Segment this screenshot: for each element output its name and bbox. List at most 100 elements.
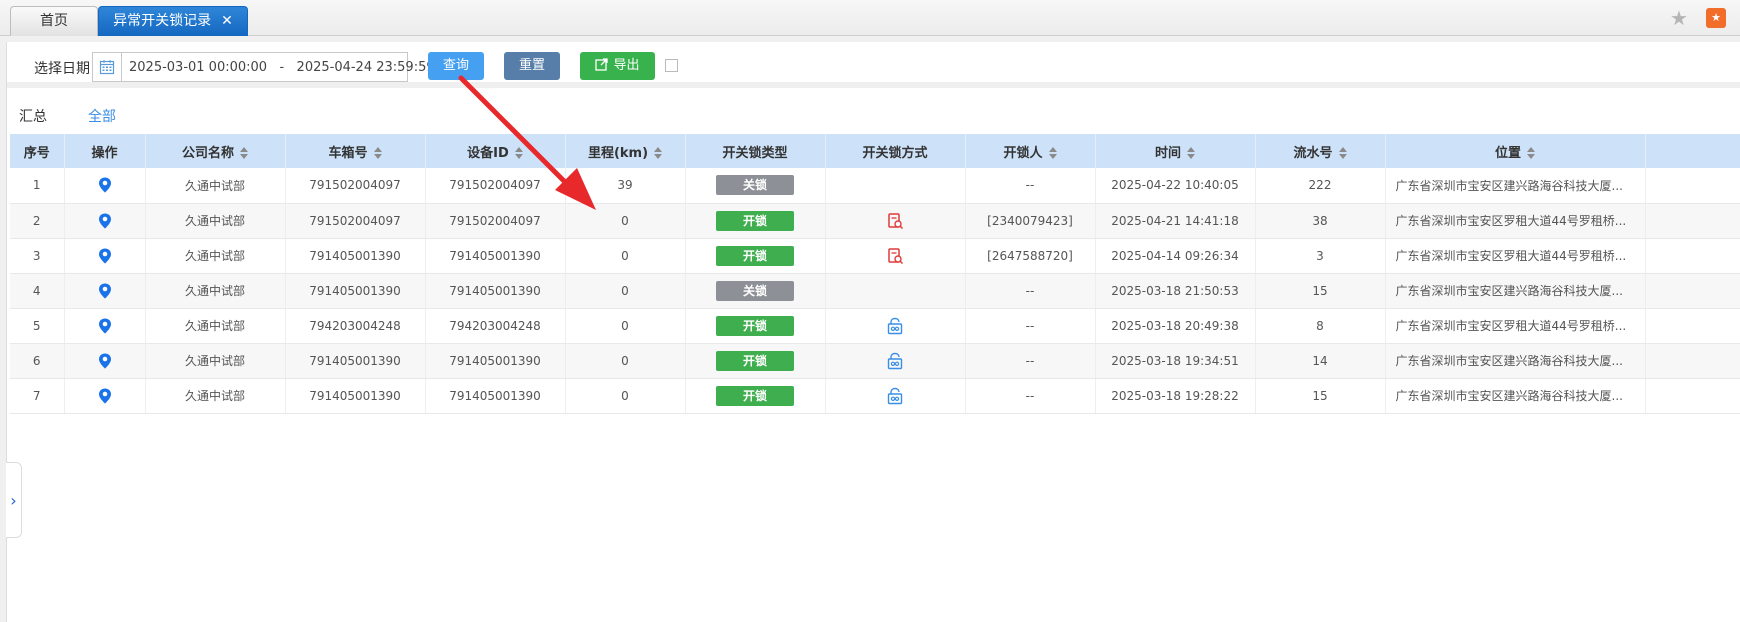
- card-unlock-icon: [886, 247, 904, 264]
- query-button[interactable]: 查询: [428, 52, 484, 80]
- cell-device: 791405001390: [425, 378, 566, 414]
- cell-time: 2025-04-21 14:41:18: [1095, 203, 1256, 239]
- favorite-folder-icon[interactable]: ★: [1706, 8, 1726, 28]
- cell-box: 791405001390: [285, 273, 426, 309]
- sort-icon[interactable]: [1187, 147, 1195, 159]
- lock-type-badge: 开锁: [716, 315, 794, 336]
- sort-icon[interactable]: [1338, 147, 1347, 159]
- map-pin-icon[interactable]: [98, 353, 112, 368]
- col-header[interactable]: 开锁人: [965, 134, 1096, 168]
- cell-box: 791405001390: [285, 378, 426, 414]
- cell-method: [825, 238, 966, 274]
- tab-bar: 首页 异常开关锁记录 ✕ ★ ★: [0, 0, 1740, 36]
- export-label: 导出: [613, 58, 640, 73]
- cell-action: [64, 343, 146, 379]
- cell-action: [64, 308, 146, 344]
- export-button[interactable]: 导出: [580, 52, 655, 80]
- cell-time: 2025-04-22 10:40:05: [1095, 168, 1256, 204]
- tab-close-icon[interactable]: ✕: [221, 7, 233, 35]
- cell-device: 791405001390: [425, 273, 566, 309]
- sort-icon[interactable]: [373, 147, 382, 159]
- cell-company: 久通中试部: [145, 378, 286, 414]
- calendar-icon[interactable]: [93, 53, 122, 81]
- lock-type-badge: 开锁: [716, 210, 794, 231]
- table-row[interactable]: 6 久通中试部 791405001390 791405001390 0 开锁 -…: [10, 343, 1740, 379]
- cell-time: 2025-03-18 21:50:53: [1095, 273, 1256, 309]
- card-unlock-icon: [886, 212, 904, 229]
- date-range-input[interactable]: 2025-03-01 00:00:00 - 2025-04-24 23:59:5…: [92, 52, 435, 82]
- cell-time: 2025-03-18 20:49:38: [1095, 308, 1256, 344]
- cell-no: 1: [10, 168, 65, 204]
- cell-box: 791502004097: [285, 203, 426, 239]
- table-row[interactable]: 2 久通中试部 791502004097 791502004097 0 开锁 […: [10, 203, 1740, 239]
- lock-type-badge: 开锁: [716, 350, 794, 371]
- table-row[interactable]: 5 久通中试部 794203004248 794203004248 0 开锁 -…: [10, 308, 1740, 344]
- table-row[interactable]: 7 久通中试部 791405001390 791405001390 0 开锁 -…: [10, 378, 1740, 414]
- cell-mileage: 0: [565, 378, 686, 414]
- cell-no: 3: [10, 238, 65, 274]
- tab-home[interactable]: 首页: [10, 6, 98, 36]
- table-row[interactable]: 4 久通中试部 791405001390 791405001390 0 关锁 -…: [10, 273, 1740, 309]
- cell-mileage: 0: [565, 308, 686, 344]
- cell-mileage: 0: [565, 343, 686, 379]
- export-icon: [595, 58, 609, 71]
- cell-action: [64, 238, 146, 274]
- sort-icon[interactable]: [654, 147, 663, 159]
- map-pin-icon[interactable]: [98, 318, 112, 333]
- cell-device: 791502004097: [425, 168, 566, 204]
- cell-empty: [1645, 308, 1740, 344]
- cell-action: [64, 168, 146, 204]
- tab-all[interactable]: 全部: [84, 106, 120, 136]
- map-pin-icon[interactable]: [98, 177, 112, 193]
- map-pin-icon[interactable]: [98, 388, 112, 403]
- col-header[interactable]: 设备ID: [425, 134, 566, 168]
- col-header: 开关锁方式: [825, 134, 966, 168]
- table-header-row: 序号 操作 公司名称 车箱号 设备ID 里程(km) 开关锁类型 开关锁方式 开…: [10, 134, 1740, 168]
- map-pin-icon[interactable]: [98, 248, 112, 263]
- col-header[interactable]: 里程(km): [565, 134, 686, 168]
- cell-type: 开锁: [685, 308, 826, 344]
- cell-empty: [1645, 238, 1740, 274]
- star-icon[interactable]: ★: [1670, 8, 1692, 30]
- sort-icon[interactable]: [514, 147, 523, 159]
- map-pin-icon[interactable]: [98, 283, 112, 298]
- tab-summary[interactable]: 汇总: [19, 106, 47, 126]
- col-header[interactable]: 车箱号: [285, 134, 426, 168]
- cell-location: 广东省深圳市宝安区罗租大道44号罗租桥...: [1385, 238, 1646, 274]
- cell-time: 2025-03-18 19:34:51: [1095, 343, 1256, 379]
- tab-abnormal-lock-records[interactable]: 异常开关锁记录 ✕: [98, 6, 248, 36]
- cell-location: 广东省深圳市宝安区建兴路海谷科技大厦...: [1385, 168, 1646, 204]
- cell-box: 791405001390: [285, 238, 426, 274]
- col-header[interactable]: 位置: [1385, 134, 1646, 168]
- cell-type: 开锁: [685, 203, 826, 239]
- cell-serial: 15: [1255, 378, 1386, 414]
- col-header[interactable]: 时间: [1095, 134, 1256, 168]
- cell-empty: [1645, 378, 1740, 414]
- sort-icon[interactable]: [240, 147, 248, 159]
- sidebar-toggle-chevron-icon[interactable]: ›: [6, 462, 22, 538]
- option-checkbox[interactable]: [665, 59, 678, 72]
- cell-empty: [1645, 273, 1740, 309]
- reset-button[interactable]: 重置: [504, 52, 560, 80]
- cell-method: [825, 203, 966, 239]
- col-header[interactable]: 流水号: [1255, 134, 1386, 168]
- cell-company: 久通中试部: [145, 238, 286, 274]
- map-pin-icon[interactable]: [98, 213, 112, 228]
- cell-box: 791502004097: [285, 168, 426, 204]
- cell-person: --: [965, 308, 1096, 344]
- cell-no: 7: [10, 378, 65, 414]
- cell-person: [2340079423]: [965, 203, 1096, 239]
- cell-serial: 3: [1255, 238, 1386, 274]
- table-row[interactable]: 1 久通中试部 791502004097 791502004097 39 关锁 …: [10, 168, 1740, 204]
- sort-icon[interactable]: [1527, 147, 1535, 159]
- tab-active-label: 异常开关锁记录: [113, 13, 212, 29]
- cell-serial: 38: [1255, 203, 1386, 239]
- col-header[interactable]: 公司名称: [145, 134, 286, 168]
- sort-icon[interactable]: [1048, 147, 1057, 159]
- cell-type: 关锁: [685, 168, 826, 204]
- cell-device: 791405001390: [425, 238, 566, 274]
- table-row[interactable]: 3 久通中试部 791405001390 791405001390 0 开锁 […: [10, 238, 1740, 274]
- date-label: 选择日期: [34, 61, 90, 77]
- cell-action: [64, 273, 146, 309]
- cell-method: [825, 308, 966, 344]
